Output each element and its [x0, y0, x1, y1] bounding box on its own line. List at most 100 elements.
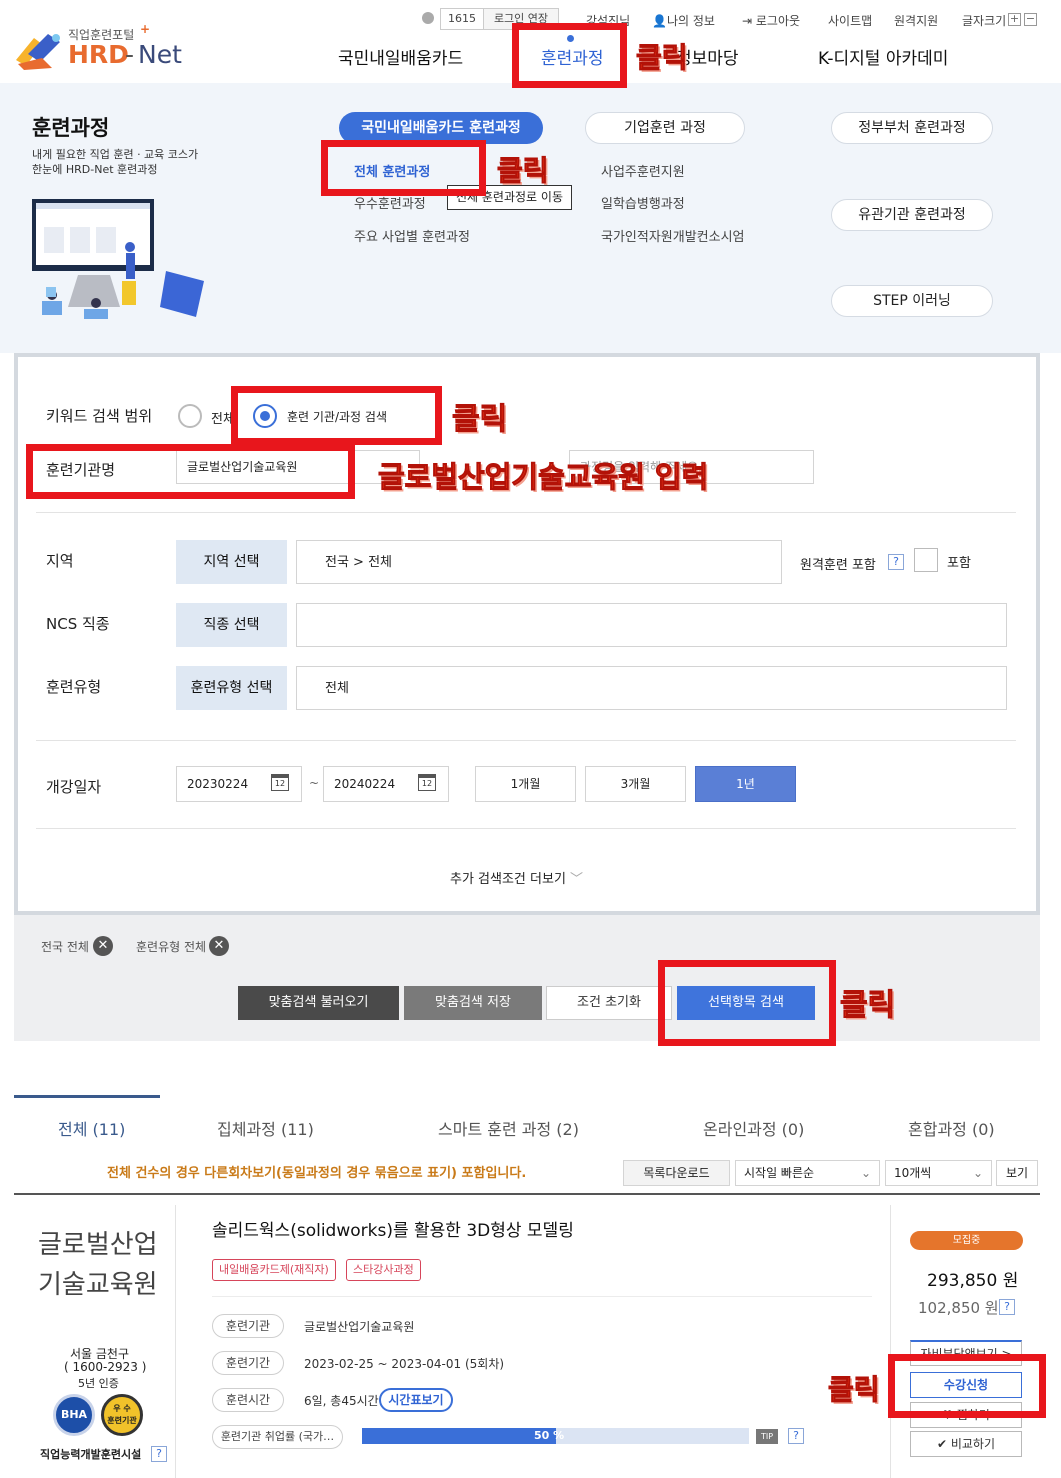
tab-related-course[interactable]: 유관기관 훈련과정 — [831, 199, 993, 231]
result-notice: 전체 건수의 경우 다른회차보기(동일과정의 경우 묶음으로 표기) 포함입니다… — [107, 1166, 527, 1181]
remote-support-link[interactable]: 원격지원 — [894, 12, 938, 29]
my-info-link[interactable]: 👤나의 정보 — [652, 12, 715, 29]
tab-step-elearning[interactable]: STEP 이러닝 — [831, 285, 993, 317]
view-button[interactable]: 보기 — [996, 1160, 1038, 1186]
result-tab-blended[interactable]: 혼합과정 (0) — [908, 1116, 995, 1140]
help-icon[interactable]: ? — [151, 1446, 167, 1462]
period-3month-button[interactable]: 3개월 — [585, 766, 686, 802]
help-icon[interactable]: ? — [888, 554, 904, 570]
remove-chip-icon[interactable]: ✕ — [93, 936, 113, 956]
calendar-icon[interactable]: 12 — [418, 774, 436, 791]
logo[interactable]: 직업훈련포털 + HRD - Net — [12, 22, 192, 72]
tab-active-bar — [14, 1095, 160, 1098]
annotation-click: 클릭 — [497, 154, 550, 188]
timetable-button[interactable]: 시간표보기 — [379, 1388, 453, 1412]
tab-gov-course[interactable]: 정부부처 훈련과정 — [831, 112, 993, 144]
link-consortium[interactable]: 국가인적자원개발컨소시엄 — [601, 226, 745, 245]
compare-label: 비교하기 — [950, 1437, 996, 1451]
remote-include-checkbox[interactable] — [914, 548, 938, 572]
annotation-input: 글로벌산업기술교육원 입력 — [377, 460, 709, 495]
annotation-box-gnb — [512, 23, 627, 88]
divider — [36, 512, 1016, 513]
ncs-select-button[interactable]: 직종 선택 — [176, 603, 287, 647]
link-work-study[interactable]: 일학습병행과정 — [601, 193, 685, 212]
help-icon[interactable]: ? — [999, 1299, 1015, 1315]
more-conditions-toggle[interactable]: 추가 검색조건 더보기 ﹀ — [450, 868, 583, 887]
scope-all-radio[interactable] — [178, 404, 202, 428]
start-date-label: 개강일자 — [46, 778, 102, 796]
period-1month-button[interactable]: 1개월 — [475, 766, 576, 802]
chip-label: 훈련유형 전체 — [136, 940, 207, 954]
course-title[interactable]: 솔리드웍스(solidworks)를 활용한 3D형상 모델링 — [212, 1216, 574, 1241]
bha-text: BHA — [60, 1408, 88, 1421]
annotation-click: 클릭 — [839, 988, 896, 1024]
employment-rate-bar: 50 % — [362, 1428, 749, 1444]
row-institution-key: 훈련기관 — [212, 1314, 284, 1338]
result-tab-smart[interactable]: 스마트 훈련 과정 (2) — [438, 1116, 579, 1140]
result-tab-online[interactable]: 온라인과정 (0) — [703, 1116, 804, 1140]
sort-select[interactable]: 시작일 빠른순 ⌄ — [735, 1160, 880, 1186]
chevron-down-icon: ⌄ — [972, 1166, 983, 1180]
row-hours-key: 훈련시간 — [212, 1388, 284, 1412]
help-icon[interactable]: ? — [788, 1428, 804, 1444]
logo-dash: - — [125, 40, 135, 69]
bha-badge: BHA — [53, 1394, 95, 1436]
badge-text-bottom: 훈련기관 — [107, 1416, 137, 1425]
clock-icon — [422, 12, 434, 24]
annotation-box-apply — [888, 1354, 1046, 1418]
mega-title: 훈련과정 — [32, 116, 110, 140]
remove-chip-icon[interactable]: ✕ — [209, 936, 229, 956]
chevron-down-icon: ⌄ — [860, 1166, 871, 1180]
logo-plus: + — [140, 22, 151, 36]
logo-net: Net — [138, 40, 182, 69]
training-type-select-button[interactable]: 훈련유형 선택 — [176, 666, 287, 710]
font-decrease-button[interactable]: − — [1024, 13, 1037, 26]
font-increase-button[interactable]: + — [1008, 13, 1021, 26]
filter-chip-type: 훈련유형 전체 — [136, 938, 206, 955]
person-icon: 👤 — [652, 14, 667, 28]
save-search-button[interactable]: 맞춤검색 저장 — [404, 986, 542, 1020]
annotation-click: 클릭 — [636, 41, 689, 75]
region-select-button[interactable]: 지역 선택 — [176, 540, 287, 584]
more-conditions-label: 추가 검색조건 더보기 — [450, 872, 566, 887]
institution-phone: ( 1600-2923 ) — [64, 1360, 147, 1374]
annotation-click: 클릭 — [451, 402, 508, 438]
font-size-label: 글자크기 — [962, 14, 1007, 28]
result-tab-all[interactable]: 전체 (11) — [58, 1116, 125, 1140]
tab-corp-course[interactable]: 기업훈련 과정 — [585, 112, 745, 144]
link-employer-support[interactable]: 사업주훈련지원 — [601, 161, 685, 180]
my-info-label: 나의 정보 — [666, 14, 715, 28]
annotation-click: 클릭 — [828, 1373, 881, 1407]
compare-button[interactable]: ✔ 비교하기 — [910, 1431, 1022, 1457]
period-1year-button[interactable]: 1년 — [695, 766, 796, 802]
course-price: 293,850 원 — [927, 1271, 1019, 1291]
date-separator: ~ — [309, 776, 320, 790]
page-size-select[interactable]: 10개씩 ⌄ — [885, 1160, 992, 1186]
self-pay-price: 102,850 원 — [918, 1299, 999, 1317]
gnb-kdigital[interactable]: K-디지털 아카데미 — [818, 44, 948, 69]
load-search-button[interactable]: 맞춤검색 불러오기 — [238, 986, 399, 1020]
logo-mark-icon — [16, 34, 60, 70]
download-list-button[interactable]: 목록다운로드 — [623, 1160, 730, 1186]
calendar-icon[interactable]: 12 — [271, 774, 289, 791]
remote-include-label: 포함 — [947, 556, 971, 571]
tip-badge: TIP — [756, 1429, 778, 1444]
keyword-scope-label: 키워드 검색 범위 — [46, 407, 153, 425]
divider — [36, 740, 1016, 741]
chip-label: 전국 전체 — [41, 940, 89, 954]
training-type-label: 훈련유형 — [46, 678, 102, 696]
result-tab-offline[interactable]: 집체과정 (11) — [217, 1116, 314, 1140]
logout-link[interactable]: ⇥ 로그아웃 — [742, 12, 800, 29]
annotation-box-institution — [26, 444, 355, 499]
annotation-box-search — [658, 960, 836, 1046]
illustration-image — [32, 199, 204, 319]
reset-button[interactable]: 조건 초기화 — [546, 986, 672, 1020]
row-institution-value: 글로벌산업기술교육원 — [304, 1320, 415, 1334]
logo-hrd: HRD — [68, 40, 129, 69]
gnb-card[interactable]: 국민내일배움카드 — [338, 44, 463, 69]
link-major-courses[interactable]: 주요 사업별 훈련과정 — [354, 226, 470, 245]
row-period-value: 2023-02-25 ~ 2023-04-01 (5회차) — [304, 1357, 505, 1371]
tag-card: 내일배움카드제(재직자) — [212, 1259, 336, 1281]
sitemap-link[interactable]: 사이트맵 — [828, 12, 872, 29]
course-card-right-border — [890, 1205, 891, 1478]
